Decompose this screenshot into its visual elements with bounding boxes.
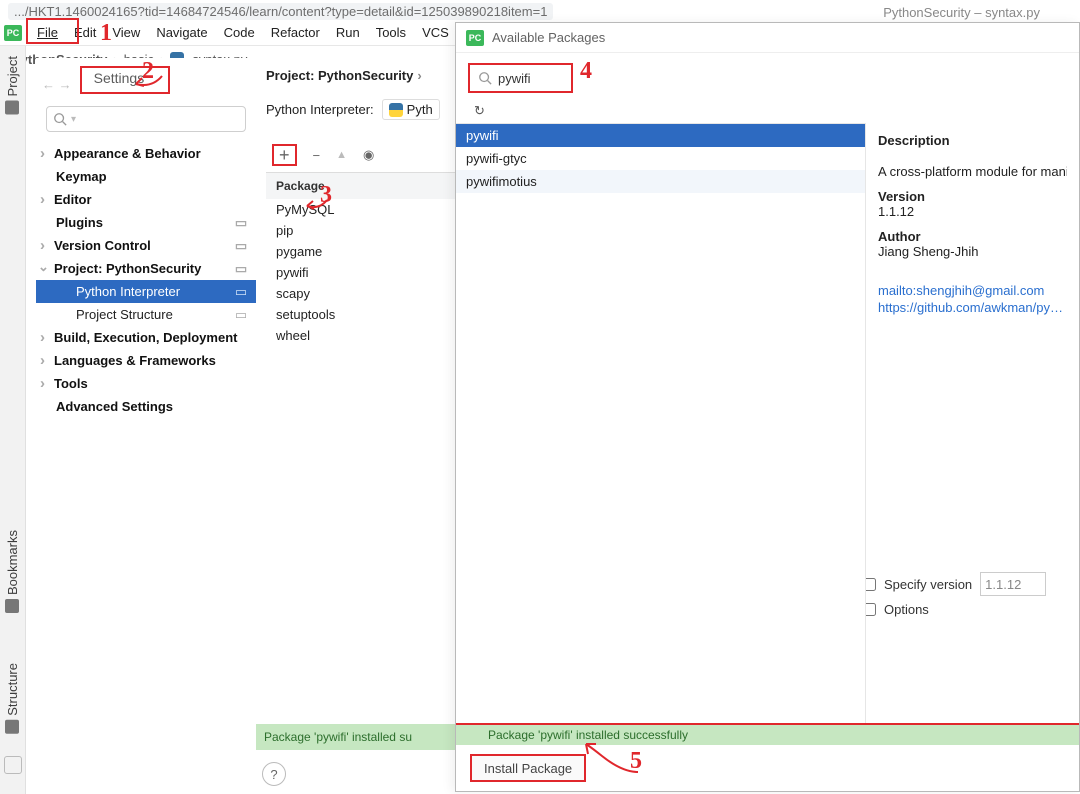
description-label: Description	[878, 133, 1067, 148]
tree-project[interactable]: Project: PythonSecurity▭	[36, 257, 256, 280]
interpreter-label: Python Interpreter:	[266, 102, 374, 117]
settings-badge-icon: ▭	[234, 308, 248, 322]
settings-search[interactable]: ▾	[46, 106, 246, 132]
folder-icon	[6, 100, 20, 114]
menu-navigate[interactable]: Navigate	[149, 23, 214, 42]
tool-project[interactable]: Project	[5, 56, 20, 114]
install-success-banner: Package 'pywifi' installed successfully	[456, 723, 1079, 745]
tool-structure[interactable]: Structure	[5, 663, 20, 734]
mail-link[interactable]: mailto:shengjhih@gmail.com	[878, 283, 1067, 298]
tree-project-structure[interactable]: Project Structure▭	[36, 303, 256, 326]
menu-vcs[interactable]: VCS	[415, 23, 456, 42]
add-package-button[interactable]: +	[272, 144, 297, 166]
version-value: 1.1.12	[878, 204, 1067, 219]
app-icon: PC	[4, 25, 22, 41]
tree-plugins[interactable]: Plugins▭	[36, 211, 256, 234]
menu-run[interactable]: Run	[329, 23, 367, 42]
tree-python-interpreter[interactable]: Python Interpreter▭	[36, 280, 256, 303]
repo-link[interactable]: https://github.com/awkman/pywifi	[878, 300, 1067, 315]
list-item[interactable]: pywifi-gtyc	[456, 147, 865, 170]
remove-package-button[interactable]: −	[313, 148, 321, 163]
list-item[interactable]: pywifi	[456, 124, 865, 147]
tree-build[interactable]: Build, Execution, Deployment	[36, 326, 256, 349]
window-title: PythonSecurity – syntax.py	[883, 5, 1040, 20]
search-icon	[478, 71, 492, 85]
tree-keymap[interactable]: Keymap	[36, 165, 256, 188]
package-search-input[interactable]: pywifi	[468, 63, 573, 93]
menu-refactor[interactable]: Refactor	[264, 23, 327, 42]
upgrade-package-button[interactable]: ▲	[336, 149, 347, 161]
author-label: Author	[878, 229, 1067, 244]
available-packages-dialog: PC Available Packages pywifi ↻ pywifi py…	[455, 22, 1080, 792]
menu-view[interactable]: View	[105, 23, 147, 42]
settings-badge-icon: ▭	[234, 239, 248, 253]
menu-code[interactable]: Code	[217, 23, 262, 42]
interpreter-dropdown[interactable]: Pyth	[382, 99, 440, 120]
bookmark-icon	[6, 599, 20, 613]
settings-title: Settings	[80, 66, 170, 94]
options-label: Options	[884, 602, 929, 617]
browser-tab: .../HKT1.1460024165?tid=14684724546/lear…	[8, 3, 553, 20]
help-button[interactable]: ?	[262, 762, 286, 786]
specify-version-field[interactable]	[980, 572, 1046, 596]
search-icon	[53, 112, 67, 126]
refresh-icon: ↻	[474, 103, 485, 118]
tree-vcs[interactable]: Version Control▭	[36, 234, 256, 257]
show-early-button[interactable]: ◉	[363, 147, 374, 163]
tree-appearance[interactable]: Appearance & Behavior	[36, 142, 256, 165]
app-icon: PC	[466, 30, 484, 46]
settings-badge-icon: ▭	[234, 216, 248, 230]
tree-lang[interactable]: Languages & Frameworks	[36, 349, 256, 372]
structure-icon	[6, 720, 20, 734]
specify-version-label: Specify version	[884, 577, 972, 592]
python-icon	[389, 103, 403, 117]
tree-advanced[interactable]: Advanced Settings	[36, 395, 256, 418]
specify-version-checkbox[interactable]	[866, 578, 876, 591]
install-package-button[interactable]: Install Package	[470, 754, 586, 782]
refresh-button[interactable]: ↻	[456, 99, 1079, 123]
author-value: Jiang Sheng-Jhih	[878, 244, 1067, 259]
list-item[interactable]: pywifimotius	[456, 170, 865, 193]
package-list: pywifi pywifi-gtyc pywifimotius	[456, 123, 866, 723]
menu-edit[interactable]: Edit	[67, 23, 103, 42]
tool-window-button[interactable]	[4, 756, 22, 774]
version-label: Version	[878, 189, 1067, 204]
dialog-title: Available Packages	[492, 30, 605, 45]
settings-tree: Appearance & Behavior Keymap Editor Plug…	[36, 142, 256, 418]
menu-tools[interactable]: Tools	[369, 23, 413, 42]
menu-file[interactable]: File	[30, 23, 65, 42]
tree-tools[interactable]: Tools	[36, 372, 256, 395]
settings-badge-icon: ▭	[234, 262, 248, 276]
options-checkbox[interactable]	[866, 603, 876, 616]
tree-editor[interactable]: Editor	[36, 188, 256, 211]
description-text: A cross-platform module for manipu	[878, 164, 1067, 179]
settings-badge-icon: ▭	[234, 285, 248, 299]
tool-bookmarks[interactable]: Bookmarks	[5, 530, 20, 613]
